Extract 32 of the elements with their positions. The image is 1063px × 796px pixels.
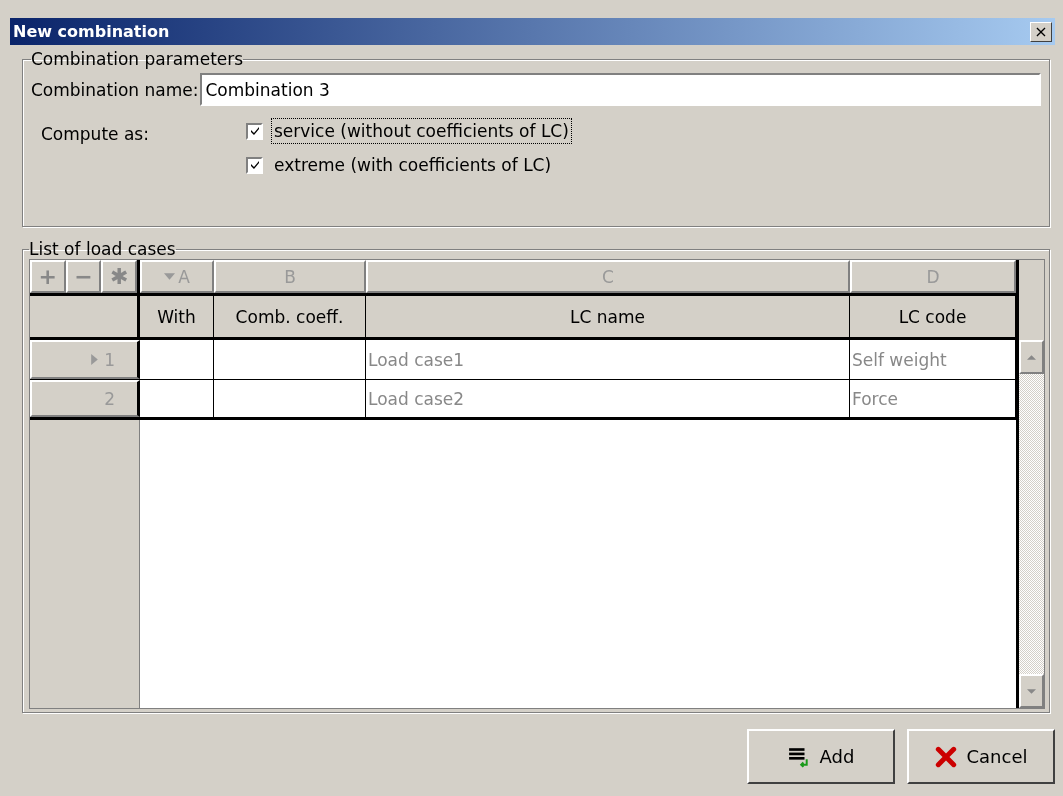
up-triangle-icon	[1027, 354, 1036, 360]
add-button[interactable]: Add	[747, 729, 895, 784]
check-mark-icon	[248, 159, 261, 171]
cancel-button[interactable]: Cancel	[907, 729, 1055, 784]
close-button[interactable]: ×	[1030, 21, 1052, 42]
column-header[interactable]: Comb. coeff.	[214, 296, 366, 337]
list-add-icon	[787, 745, 810, 768]
checkbox[interactable]	[246, 156, 263, 174]
table-cell: Load case1	[366, 340, 850, 379]
field-label: Compute as:	[40, 123, 150, 146]
check-mark-icon	[248, 125, 261, 137]
name-field[interactable]: Combination 3	[200, 73, 1041, 106]
column-header[interactable]: LC code	[850, 296, 1016, 337]
group-title: Combination parameters	[31, 49, 244, 69]
cross-icon	[934, 745, 957, 768]
table-cell: Load case2	[366, 380, 850, 417]
checkbox-label[interactable]: extreme (with coefficients of LC)	[271, 152, 555, 178]
window-title: New combination	[13, 22, 170, 41]
table-cell: Self weight	[850, 340, 1016, 379]
scroll-down-button[interactable]	[1019, 674, 1044, 708]
scroll-up-button[interactable]	[1019, 340, 1044, 374]
down-triangle-icon	[1027, 688, 1036, 694]
checkbox-label[interactable]: service (without coefficients of LC)	[271, 118, 572, 144]
field-label: Combination name:	[31, 79, 199, 100]
scrollbar[interactable]	[1019, 340, 1044, 708]
checkbox[interactable]	[246, 122, 263, 140]
table-cell: Force	[850, 380, 1016, 417]
column-header[interactable]: With	[140, 296, 214, 337]
sort-icon	[164, 273, 176, 280]
column-header[interactable]: LC name	[366, 296, 850, 337]
group-title: List of load cases	[29, 239, 176, 259]
row-pointer-icon	[91, 354, 99, 365]
